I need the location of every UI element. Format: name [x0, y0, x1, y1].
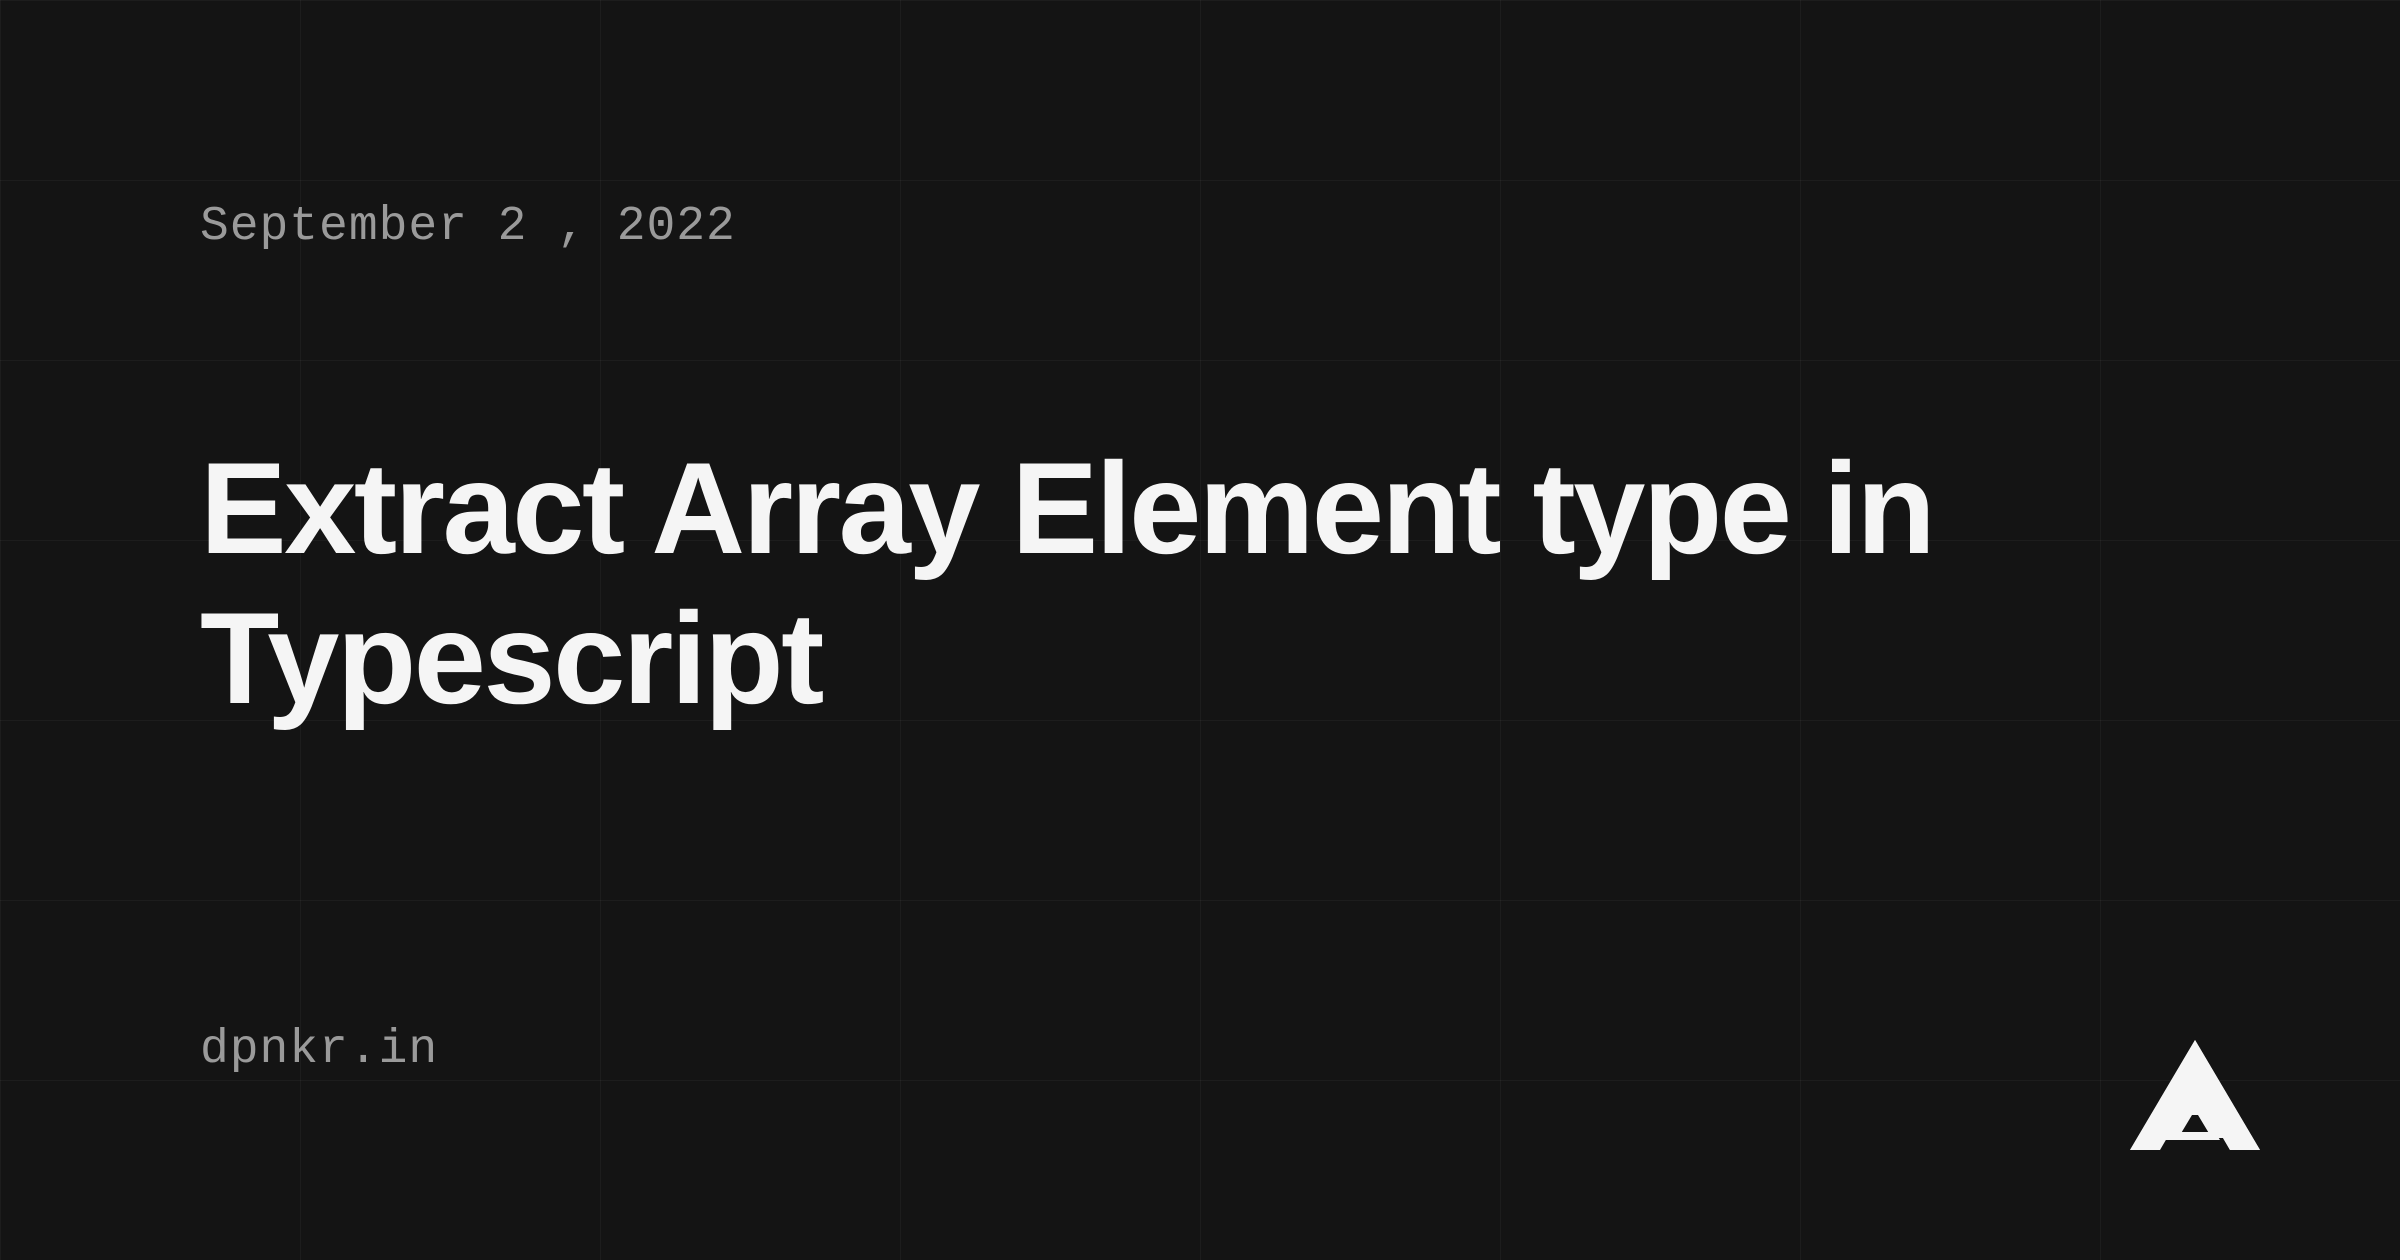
site-logo-icon — [2130, 1040, 2260, 1150]
site-domain: dpnkr.in — [200, 1023, 2200, 1077]
post-date: September 2 , 2022 — [200, 200, 2200, 254]
content-container: September 2 , 2022 Extract Array Element… — [0, 0, 2400, 1260]
post-title: Extract Array Element type in Typescript — [200, 434, 2200, 733]
